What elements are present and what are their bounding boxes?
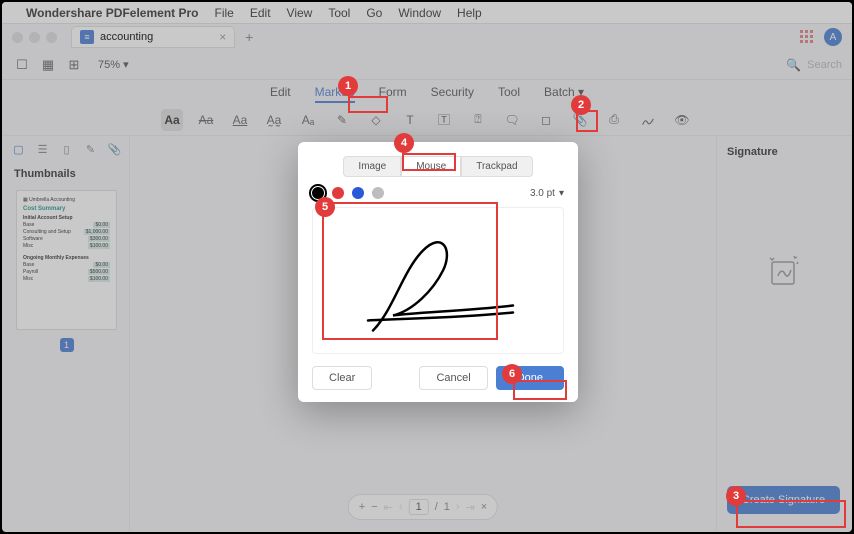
callout-2: 2 — [571, 95, 591, 115]
clear-button[interactable]: Clear — [312, 366, 372, 390]
tab-image[interactable]: Image — [343, 156, 401, 177]
tab-mouse[interactable]: Mouse — [401, 156, 461, 177]
input-method-tabs: Image Mouse Trackpad — [312, 156, 564, 177]
callout-1: 1 — [338, 76, 358, 96]
callout-4: 4 — [394, 133, 414, 153]
color-red[interactable] — [332, 187, 344, 199]
color-blue[interactable] — [352, 187, 364, 199]
cancel-button[interactable]: Cancel — [419, 366, 487, 390]
tab-trackpad[interactable]: Trackpad — [461, 156, 532, 177]
callout-3: 3 — [726, 486, 746, 506]
stroke-width-select[interactable]: 3.0 pt▾ — [530, 188, 564, 199]
callout-6: 6 — [502, 364, 522, 384]
signature-canvas[interactable] — [312, 207, 564, 354]
signature-dialog: Image Mouse Trackpad 3.0 pt▾ Clear Cance… — [298, 142, 578, 402]
color-picker: 3.0 pt▾ — [312, 187, 564, 199]
callout-5: 5 — [315, 197, 335, 217]
color-gray[interactable] — [372, 187, 384, 199]
